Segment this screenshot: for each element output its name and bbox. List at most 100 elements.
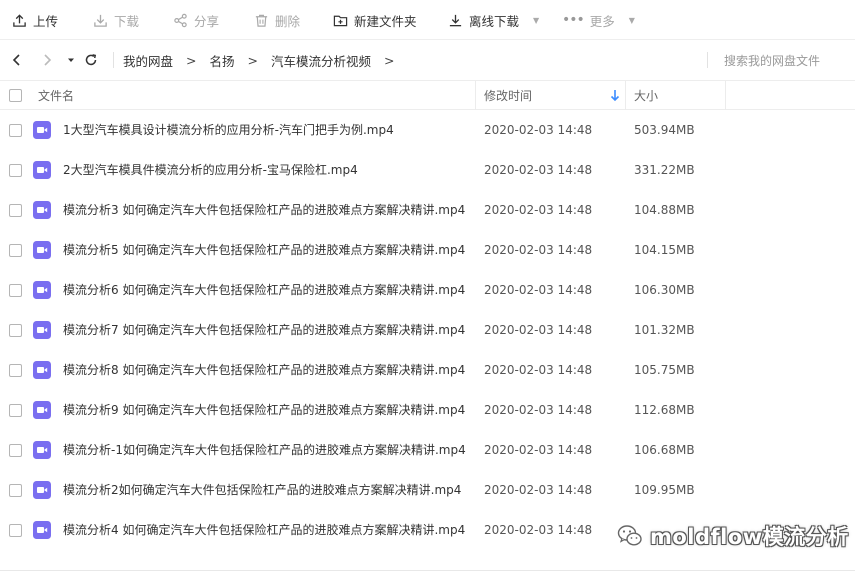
file-name[interactable]: 模流分析9 如何确定汽车大件包括保险杠产品的进胶难点方案解决精讲.mp4: [63, 390, 465, 430]
file-modified-time: 2020-02-03 14:48: [484, 123, 593, 137]
file-size: 104.88MB: [634, 203, 695, 217]
breadcrumb: 我的网盘 > 名扬 > 汽车模流分析视频 >: [123, 40, 408, 80]
file-size: 112.68MB: [634, 403, 695, 417]
column-divider[interactable]: [725, 81, 726, 110]
delete-label: 删除: [275, 13, 301, 29]
table-header: 文件名 修改时间 大小: [0, 80, 855, 110]
file-name[interactable]: 模流分析-1如何确定汽车大件包括保险杠产品的进胶难点方案解决精讲.mp4: [63, 430, 466, 470]
upload-button[interactable]: 上传: [12, 0, 58, 40]
table-row[interactable]: 模流分析5 如何确定汽车大件包括保险杠产品的进胶难点方案解决精讲.mp4 2020…: [0, 230, 855, 270]
file-name[interactable]: 2大型汽车模具件模流分析的应用分析-宝马保险杠.mp4: [63, 150, 358, 190]
video-file-icon: [33, 401, 51, 419]
table-row[interactable]: 模流分析6 如何确定汽车大件包括保险杠产品的进胶难点方案解决精讲.mp4 2020…: [0, 270, 855, 310]
new-folder-icon: [333, 15, 348, 26]
row-checkbox[interactable]: [9, 364, 22, 377]
share-button[interactable]: 分享: [173, 0, 219, 40]
table-row[interactable]: 模流分析2如何确定汽车大件包括保险杠产品的进胶难点方案解决精讲.mp4 2020-…: [0, 470, 855, 510]
more-dots-icon: •••: [562, 12, 585, 28]
file-modified-time: 2020-02-03 14:48: [484, 243, 593, 257]
file-list: 1大型汽车模具设计模流分析的应用分析-汽车门把手为例.mp4 2020-02-03…: [0, 110, 855, 550]
forward-arrow-icon[interactable]: [39, 52, 55, 68]
row-checkbox[interactable]: [9, 204, 22, 217]
more-button[interactable]: ••• 更多 ▼: [562, 0, 635, 40]
column-header-size[interactable]: 大小: [634, 81, 658, 110]
refresh-icon[interactable]: [83, 52, 99, 68]
file-name[interactable]: 模流分析8 如何确定汽车大件包括保险杠产品的进胶难点方案解决精讲.mp4: [63, 350, 465, 390]
share-label: 分享: [194, 13, 220, 29]
back-arrow-icon[interactable]: [9, 52, 25, 68]
video-file-icon: [33, 481, 51, 499]
file-modified-time: 2020-02-03 14:48: [484, 363, 593, 377]
breadcrumb-item[interactable]: 我的网盘: [123, 51, 173, 70]
download-label: 下载: [114, 13, 140, 29]
file-size: 109.95MB: [634, 483, 695, 497]
chevron-down-icon: ▼: [628, 15, 635, 25]
video-file-icon: [33, 521, 51, 539]
row-checkbox[interactable]: [9, 404, 22, 417]
new-folder-button[interactable]: 新建文件夹: [333, 0, 417, 40]
delete-button[interactable]: 删除: [254, 0, 300, 40]
video-file-icon: [33, 361, 51, 379]
file-name[interactable]: 模流分析7 如何确定汽车大件包括保险杠产品的进胶难点方案解决精讲.mp4: [63, 310, 465, 350]
file-modified-time: 2020-02-03 14:48: [484, 283, 593, 297]
bottom-divider: [0, 570, 855, 571]
breadcrumb-separator-icon: >: [186, 52, 197, 68]
video-file-icon: [33, 321, 51, 339]
select-all-checkbox[interactable]: [9, 89, 22, 102]
trash-icon: [255, 14, 268, 27]
column-header-name[interactable]: 文件名: [38, 81, 74, 110]
file-size: 106.68MB: [634, 443, 695, 457]
file-name[interactable]: 模流分析2如何确定汽车大件包括保险杠产品的进胶难点方案解决精讲.mp4: [63, 470, 461, 510]
row-checkbox[interactable]: [9, 284, 22, 297]
offline-download-button[interactable]: 离线下载 ▼: [448, 0, 539, 40]
file-modified-time: 2020-02-03 14:48: [484, 403, 593, 417]
table-row[interactable]: 模流分析-1如何确定汽车大件包括保险杠产品的进胶难点方案解决精讲.mp4 2020…: [0, 430, 855, 470]
table-row[interactable]: 模流分析8 如何确定汽车大件包括保险杠产品的进胶难点方案解决精讲.mp4 2020…: [0, 350, 855, 390]
navigation-bar: 我的网盘 > 名扬 > 汽车模流分析视频 > 搜索我的网盘文件: [0, 40, 855, 80]
wechat-icon: [617, 525, 642, 546]
video-file-icon: [33, 121, 51, 139]
search-divider: [707, 52, 708, 68]
file-modified-time: 2020-02-03 14:48: [484, 483, 593, 497]
column-header-modified[interactable]: 修改时间: [484, 81, 532, 110]
file-name[interactable]: 1大型汽车模具设计模流分析的应用分析-汽车门把手为例.mp4: [63, 110, 394, 150]
file-size: 101.32MB: [634, 323, 695, 337]
file-modified-time: 2020-02-03 14:48: [484, 163, 593, 177]
video-file-icon: [33, 201, 51, 219]
table-row[interactable]: 1大型汽车模具设计模流分析的应用分析-汽车门把手为例.mp4 2020-02-03…: [0, 110, 855, 150]
file-name[interactable]: 模流分析6 如何确定汽车大件包括保险杠产品的进胶难点方案解决精讲.mp4: [63, 270, 465, 310]
breadcrumb-separator-icon: >: [384, 52, 395, 68]
table-row[interactable]: 模流分析7 如何确定汽车大件包括保险杠产品的进胶难点方案解决精讲.mp4 2020…: [0, 310, 855, 350]
row-checkbox[interactable]: [9, 164, 22, 177]
row-checkbox[interactable]: [9, 324, 22, 337]
row-checkbox[interactable]: [9, 524, 22, 537]
breadcrumb-separator-icon: >: [247, 52, 258, 68]
offline-download-icon: [449, 14, 462, 26]
download-button[interactable]: 下载: [93, 0, 139, 40]
file-name[interactable]: 模流分析5 如何确定汽车大件包括保险杠产品的进胶难点方案解决精讲.mp4: [63, 230, 465, 270]
history-dropdown-icon[interactable]: [63, 52, 79, 68]
column-divider[interactable]: [625, 81, 626, 110]
table-row[interactable]: 模流分析9 如何确定汽车大件包括保险杠产品的进胶难点方案解决精讲.mp4 2020…: [0, 390, 855, 430]
breadcrumb-item[interactable]: 名扬: [210, 51, 235, 70]
table-row[interactable]: 2大型汽车模具件模流分析的应用分析-宝马保险杠.mp4 2020-02-03 14…: [0, 150, 855, 190]
row-checkbox[interactable]: [9, 244, 22, 257]
sort-descending-icon[interactable]: [609, 89, 621, 102]
share-icon: [174, 13, 187, 27]
column-divider[interactable]: [475, 81, 476, 110]
row-checkbox[interactable]: [9, 124, 22, 137]
video-file-icon: [33, 281, 51, 299]
file-name[interactable]: 模流分析3 如何确定汽车大件包括保险杠产品的进胶难点方案解决精讲.mp4: [63, 190, 465, 230]
table-row[interactable]: 模流分析3 如何确定汽车大件包括保险杠产品的进胶难点方案解决精讲.mp4 2020…: [0, 190, 855, 230]
file-size: 503.94MB: [634, 123, 695, 137]
chevron-down-icon[interactable]: ▼: [533, 16, 539, 25]
upload-icon: [13, 13, 26, 27]
search-input[interactable]: 搜索我的网盘文件: [724, 52, 820, 69]
breadcrumb-item[interactable]: 汽车模流分析视频: [271, 51, 371, 70]
toolbar: 上传 下载 分享 删除 新建文件夹 离线下载 ▼ ••• 更多 ▼: [0, 0, 855, 40]
new-folder-label: 新建文件夹: [354, 13, 417, 29]
row-checkbox[interactable]: [9, 444, 22, 457]
row-checkbox[interactable]: [9, 484, 22, 497]
file-modified-time: 2020-02-03 14:48: [484, 203, 593, 217]
file-name[interactable]: 模流分析4 如何确定汽车大件包括保险杠产品的进胶难点方案解决精讲.mp4: [63, 510, 465, 550]
